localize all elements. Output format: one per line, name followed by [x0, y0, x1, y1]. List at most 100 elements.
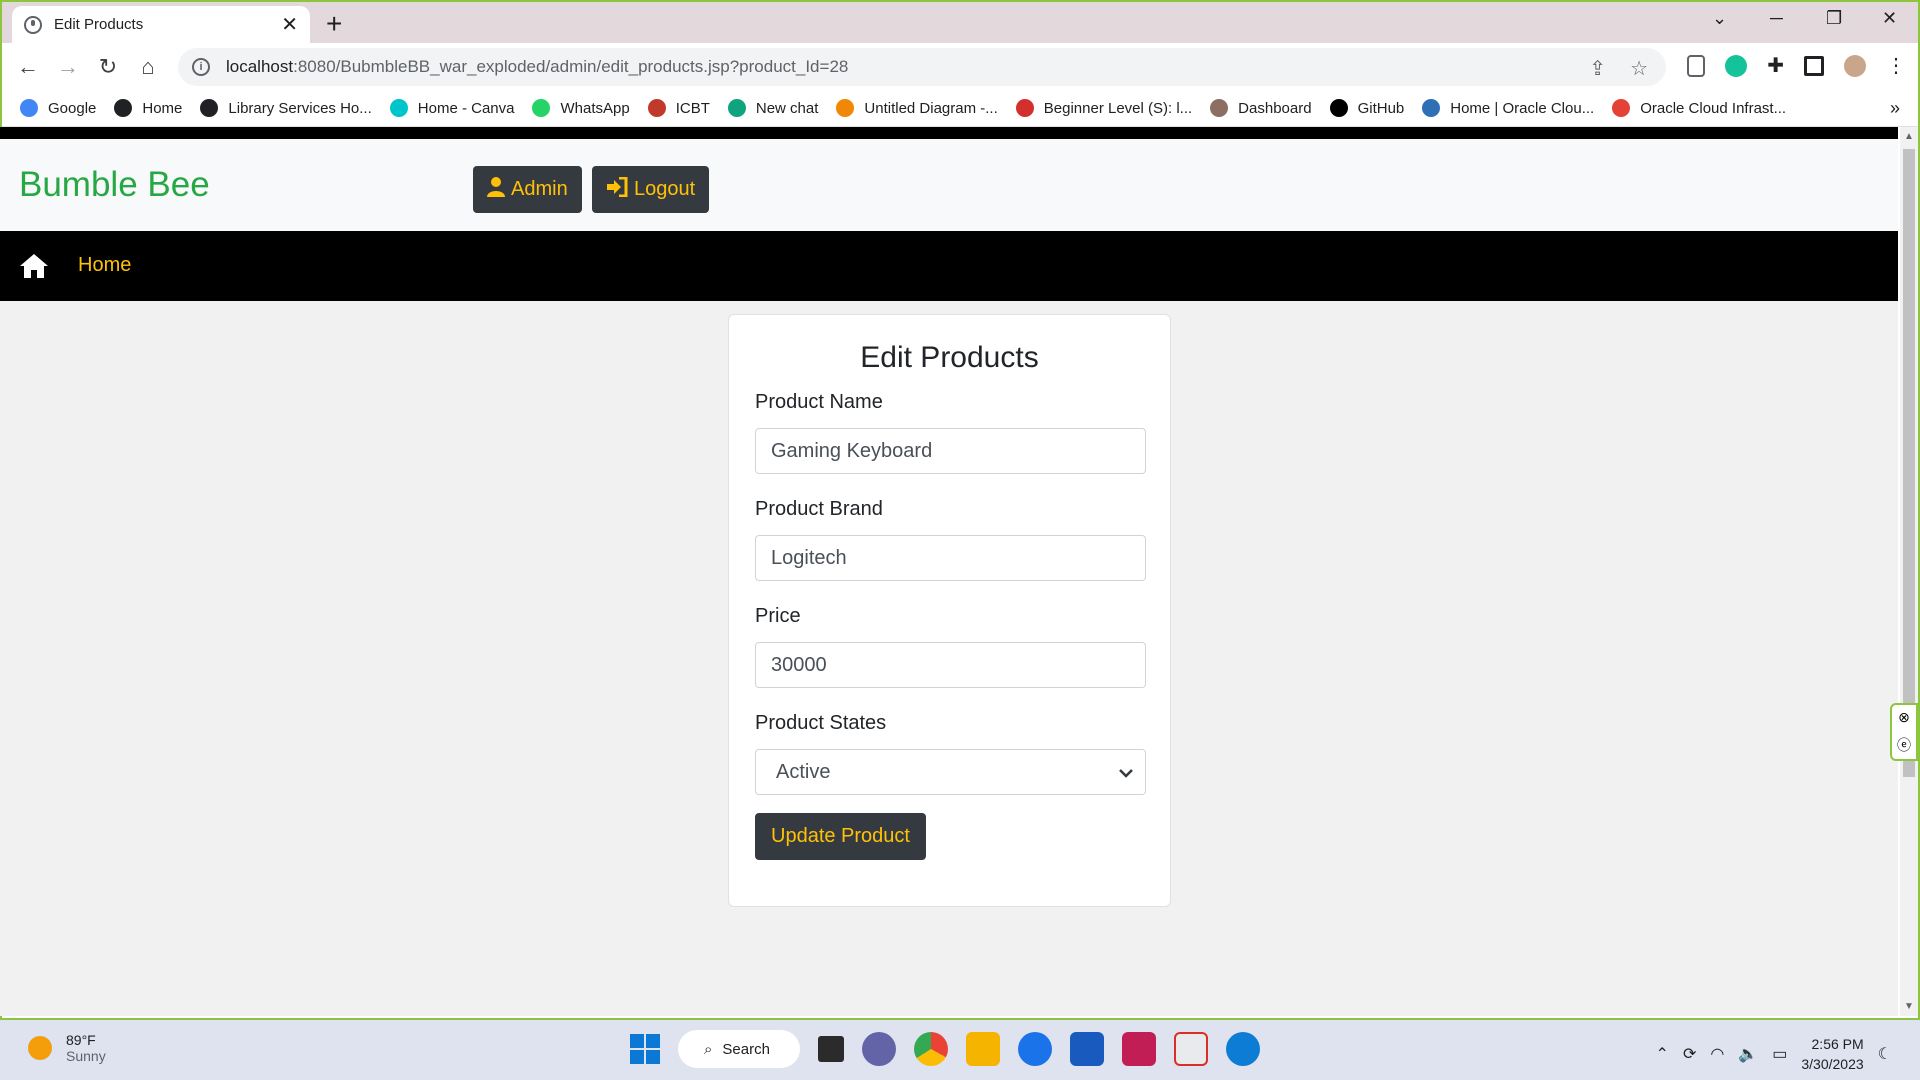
- bookmark-star-icon[interactable]: ☆: [1630, 56, 1648, 81]
- bookmark-item[interactable]: Home: [114, 99, 182, 117]
- bookmark-item[interactable]: GitHub: [1329, 99, 1405, 117]
- bookmark-label: New chat: [755, 99, 819, 117]
- bookmark-label: Beginner Level (S): l...: [1043, 99, 1193, 117]
- tab-title: Edit Products: [54, 16, 144, 33]
- product-brand-group: Product Brand Logitech: [755, 498, 1146, 581]
- weather-condition: Sunny: [66, 1048, 106, 1064]
- more-bookmarks-icon[interactable]: »: [1890, 98, 1900, 119]
- new-tab-icon[interactable]: +: [326, 8, 342, 40]
- scrollbar-thumb[interactable]: [1903, 149, 1915, 777]
- tab-strip: Edit Products ✕ + ⌄ ─ ❐ ✕: [2, 2, 1918, 43]
- page-viewport: Bumble Bee Admin Logout Home Edit Produc…: [0, 127, 1898, 1016]
- product-brand-input[interactable]: Logitech: [755, 535, 1146, 581]
- bookmark-label: Dashboard: [1238, 99, 1312, 117]
- word-icon[interactable]: [1070, 1032, 1104, 1066]
- close-tab-icon[interactable]: ✕: [281, 12, 298, 37]
- bookmark-item[interactable]: Beginner Level (S): l...: [1015, 99, 1193, 117]
- brand-title[interactable]: Bumble Bee: [19, 165, 210, 205]
- search-icon: ⌕: [704, 1040, 713, 1058]
- taskbar-search-label: Search: [722, 1040, 770, 1058]
- home-icon[interactable]: [19, 253, 49, 279]
- chrome-icon[interactable]: [914, 1032, 948, 1066]
- bookmark-favicon-icon: [1015, 99, 1034, 117]
- update-product-button[interactable]: Update Product: [755, 813, 926, 860]
- grammarly-icon[interactable]: [1725, 54, 1748, 77]
- bookmark-item[interactable]: Home - Canva: [389, 99, 514, 117]
- sync-icon[interactable]: ⟳: [1683, 1044, 1696, 1064]
- bookmark-label: Google: [48, 99, 97, 117]
- price-group: Price 30000: [755, 605, 1146, 688]
- teams-chat-icon[interactable]: [862, 1032, 896, 1066]
- back-arrow-icon[interactable]: ←: [8, 54, 48, 80]
- scroll-up-icon[interactable]: ▲: [1904, 131, 1914, 142]
- browser-tab[interactable]: Edit Products ✕: [12, 6, 310, 43]
- product-name-input[interactable]: Gaming Keyboard: [755, 428, 1146, 474]
- page-scrollbar[interactable]: ▲ ▼: [1900, 127, 1918, 1016]
- side-panel-icon[interactable]: [1804, 55, 1824, 76]
- browser-toolbar: ← → ↻ ⌂ i localhost:8080/BubmbleBB_war_e…: [2, 43, 1918, 90]
- bookmark-item[interactable]: Home | Oracle Clou...: [1422, 99, 1594, 117]
- logout-button-label: Logout: [634, 178, 696, 200]
- weather-temperature: 89°F: [66, 1032, 96, 1048]
- bookmark-item[interactable]: Untitled Diagram -...: [836, 99, 998, 117]
- app-icon[interactable]: [1018, 1032, 1052, 1066]
- nav-link-home[interactable]: Home: [78, 254, 131, 277]
- bookmark-item[interactable]: ICBT: [647, 99, 710, 117]
- taskbar-search[interactable]: ⌕ Search: [678, 1030, 800, 1068]
- side-widget: ⊗ ⓔ: [1890, 703, 1918, 761]
- bookmark-item[interactable]: Google: [20, 99, 96, 117]
- restore-icon[interactable]: ❐: [1826, 8, 1842, 29]
- widget-close-icon[interactable]: ⊗: [1898, 709, 1910, 726]
- page-top-strip: [0, 127, 1898, 139]
- scroll-down-icon[interactable]: ▼: [1904, 1001, 1914, 1012]
- bookmark-item[interactable]: WhatsApp: [532, 99, 630, 117]
- admin-button-label: Admin: [511, 178, 568, 200]
- home-browser-icon[interactable]: ⌂: [128, 54, 168, 80]
- weather-widget[interactable]: 89°F Sunny: [28, 1032, 106, 1064]
- notification-icon[interactable]: ☾: [1878, 1044, 1892, 1064]
- widget-e-icon[interactable]: ⓔ: [1897, 735, 1911, 755]
- file-explorer-icon[interactable]: [966, 1032, 1000, 1066]
- clock[interactable]: 2:56 PM 3/30/2023: [1801, 1034, 1863, 1074]
- reading-list-icon[interactable]: [1687, 54, 1706, 77]
- product-states-select[interactable]: Active: [755, 749, 1146, 795]
- profile-avatar[interactable]: [1844, 54, 1866, 77]
- windows-taskbar: 89°F Sunny ⌕ Search ⌃ ⟳ ◠ 🔈 ▭ 2:56 PM 3/…: [0, 1020, 1920, 1080]
- battery-icon[interactable]: ▭: [1772, 1044, 1787, 1064]
- product-states-label: Product States: [755, 712, 887, 734]
- address-bar[interactable]: i localhost:8080/BubmbleBB_war_exploded/…: [178, 48, 1666, 86]
- task-view-icon[interactable]: [818, 1036, 844, 1062]
- price-input[interactable]: 30000: [755, 642, 1146, 688]
- snipping-tool-icon[interactable]: [1174, 1032, 1208, 1066]
- bookmark-item[interactable]: New chat: [727, 99, 819, 117]
- bookmark-label: Home | Oracle Clou...: [1450, 99, 1595, 117]
- logout-button[interactable]: Logout: [592, 166, 710, 213]
- admin-button[interactable]: Admin: [473, 166, 582, 213]
- site-navbar: Home: [0, 231, 1898, 301]
- form-title: Edit Products: [860, 341, 1039, 374]
- tab-search-chevron-icon[interactable]: ⌄: [1712, 8, 1727, 29]
- extensions-puzzle-icon[interactable]: ✚: [1767, 53, 1784, 78]
- site-info-icon[interactable]: i: [192, 58, 210, 76]
- reload-icon[interactable]: ↻: [88, 54, 128, 80]
- bookmark-item[interactable]: Dashboard: [1210, 99, 1312, 117]
- bookmark-item[interactable]: Library Services Ho...: [200, 99, 372, 117]
- forward-arrow-icon[interactable]: →: [48, 54, 88, 80]
- chevron-up-icon[interactable]: ⌃: [1656, 1044, 1669, 1064]
- wifi-icon[interactable]: ◠: [1710, 1044, 1724, 1064]
- extensions-area: ✚ ⋮: [1687, 53, 1906, 78]
- minimize-icon[interactable]: ─: [1770, 8, 1783, 29]
- product-brand-label: Product Brand: [755, 498, 883, 520]
- bookmark-favicon-icon: [20, 99, 38, 117]
- product-states-selected: Active: [776, 760, 831, 783]
- intellij-icon[interactable]: [1122, 1032, 1156, 1066]
- bookmark-item[interactable]: Oracle Cloud Infrast...: [1612, 99, 1786, 117]
- bookmark-label: GitHub: [1357, 99, 1405, 117]
- windows-start-icon[interactable]: [630, 1034, 660, 1064]
- share-icon[interactable]: ⇪: [1589, 56, 1606, 81]
- close-window-icon[interactable]: ✕: [1882, 8, 1897, 29]
- volume-icon[interactable]: 🔈: [1738, 1044, 1758, 1064]
- bookmark-label: Oracle Cloud Infrast...: [1640, 99, 1787, 117]
- browser-menu-icon[interactable]: ⋮: [1886, 53, 1906, 78]
- edge-icon[interactable]: [1226, 1032, 1260, 1066]
